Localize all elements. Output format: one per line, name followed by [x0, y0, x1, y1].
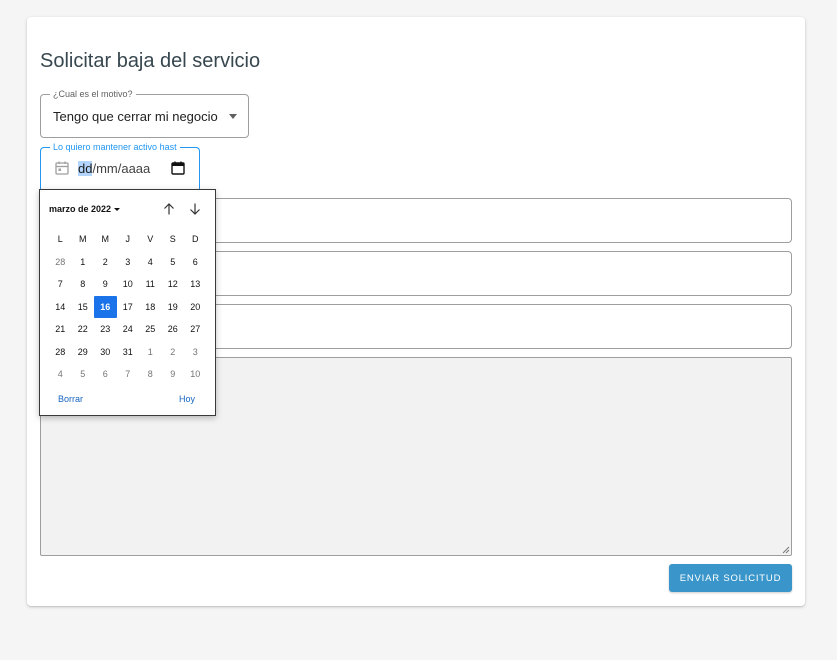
calendar-day[interactable]: 5	[162, 251, 185, 274]
calendar-day[interactable]: 24	[117, 318, 140, 341]
calendar-day[interactable]: 31	[117, 341, 140, 364]
month-year-label: marzo de 2022	[49, 204, 112, 214]
calendar-day[interactable]: 22	[72, 318, 95, 341]
today-link[interactable]: Hoy	[179, 394, 195, 404]
caret-down-icon	[114, 208, 121, 212]
calendar-grid: L M M J V S D 28 1 2 3 4 5 6 7 8 9 10 11 12 13 14 15 16 17 18 19 20…	[49, 228, 207, 386]
weekday-header: L	[57, 234, 63, 245]
calendar-day[interactable]: 28	[49, 341, 72, 364]
page-title: Solicitar baja del servicio	[40, 50, 261, 72]
dropdown-arrow-icon	[229, 114, 237, 119]
calendar-day[interactable]: 18	[139, 296, 162, 319]
calendar-day[interactable]: 14	[49, 296, 72, 319]
calendar-day[interactable]: 9	[94, 273, 117, 296]
reason-value: Tengo que cerrar mi negocio	[53, 109, 218, 124]
arrow-up-icon[interactable]	[162, 202, 176, 216]
calendar-day[interactable]: 17	[117, 296, 140, 319]
calendar-day[interactable]: 7	[117, 363, 140, 386]
calendar-day[interactable]: 6	[94, 363, 117, 386]
calendar-day[interactable]: 8	[72, 273, 95, 296]
weekday-header: M	[101, 234, 110, 245]
date-label: Lo quiero mantener activo hast	[50, 141, 180, 153]
datepicker-popup: marzo de 2022 L M M J V S D 28 1 2 3 4 5 6 7 8 9 10 11 12 13…	[39, 189, 216, 416]
calendar-day[interactable]: 27	[184, 318, 207, 341]
weekday-header: S	[169, 234, 176, 245]
calendar-day[interactable]: 3	[184, 341, 207, 364]
calendar-day[interactable]: 23	[94, 318, 117, 341]
calendar-day[interactable]: 19	[162, 296, 185, 319]
calendar-day[interactable]: 2	[94, 251, 117, 274]
calendar-day[interactable]: 1	[72, 251, 95, 274]
calendar-day[interactable]: 26	[162, 318, 185, 341]
month-year-selector[interactable]: marzo de 2022	[49, 204, 121, 214]
calendar-day[interactable]: 1	[139, 341, 162, 364]
calendar-day[interactable]: 11	[139, 273, 162, 296]
calendar-day[interactable]: 29	[72, 341, 95, 364]
calendar-day[interactable]: 10	[117, 273, 140, 296]
calendar-picker-icon[interactable]	[170, 160, 186, 176]
calendar-day[interactable]: 7	[49, 273, 72, 296]
date-input-text[interactable]: dd/mm/aaaa	[78, 161, 150, 176]
calendar-day[interactable]: 16	[94, 295, 117, 318]
active-until-date-field[interactable]: Lo quiero mantener activo hast dd/mm/aaa…	[40, 141, 200, 191]
resize-handle-icon[interactable]	[782, 546, 790, 554]
calendar-day[interactable]: 5	[72, 363, 95, 386]
arrow-down-icon[interactable]	[188, 202, 202, 216]
calendar-day[interactable]: 13	[184, 273, 207, 296]
calendar-day[interactable]: 21	[49, 318, 72, 341]
calendar-day[interactable]: 12	[162, 273, 185, 296]
calendar-day[interactable]: 8	[139, 363, 162, 386]
calendar-day[interactable]: 9	[162, 363, 185, 386]
weekday-header: J	[125, 234, 131, 245]
calendar-day[interactable]: 28	[49, 251, 72, 274]
calendar-day[interactable]: 25	[139, 318, 162, 341]
date-day-segment[interactable]: dd	[78, 161, 93, 176]
calendar-icon	[55, 161, 69, 175]
calendar-day[interactable]: 2	[162, 341, 185, 364]
calendar-day[interactable]: 20	[184, 296, 207, 319]
calendar-day[interactable]: 4	[139, 251, 162, 274]
weekday-header: D	[192, 234, 199, 245]
submit-request-button[interactable]: ENVIAR SOLICITUD	[669, 564, 792, 592]
reason-select[interactable]: ¿Cual es el motivo? Tengo que cerrar mi …	[40, 88, 249, 138]
clear-date-link[interactable]: Borrar	[58, 394, 83, 404]
calendar-day[interactable]: 15	[72, 296, 95, 319]
calendar-day[interactable]: 30	[94, 341, 117, 364]
calendar-day[interactable]: 4	[49, 363, 72, 386]
calendar-day[interactable]: 6	[184, 251, 207, 274]
reason-label: ¿Cual es el motivo?	[50, 88, 136, 100]
weekday-header: M	[79, 234, 87, 245]
weekday-header: V	[147, 234, 154, 245]
calendar-day[interactable]: 3	[117, 251, 140, 274]
date-rest-segment[interactable]: /mm/aaaa	[92, 161, 150, 176]
calendar-day[interactable]: 10	[184, 363, 207, 386]
